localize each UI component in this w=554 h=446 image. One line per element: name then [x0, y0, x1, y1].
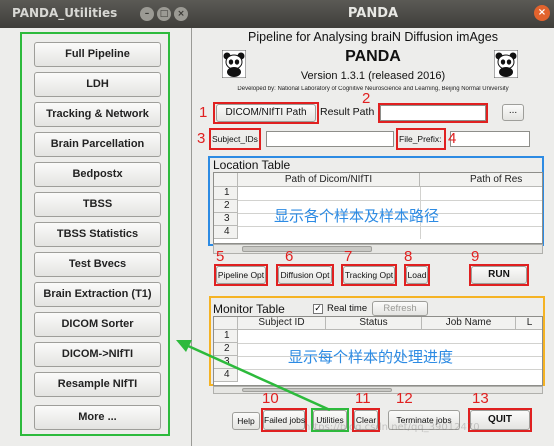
- column-header[interactable]: L: [516, 317, 542, 330]
- column-header[interactable]: Path of Dicom/NIfTI: [238, 173, 420, 187]
- annotation-number: 2: [362, 90, 371, 107]
- dicom-nifti-path-button[interactable]: DICOM/NIfTI Path: [216, 104, 316, 122]
- row-header: 1: [214, 187, 238, 200]
- realtime-checkbox[interactable]: ✓: [313, 304, 323, 314]
- row-header: 4: [214, 369, 238, 382]
- result-path-input[interactable]: [380, 105, 486, 121]
- column-header[interactable]: Job Name: [422, 317, 516, 330]
- utilities-window: PANDA_Utilities – □ × Full Pipeline LDH …: [0, 0, 192, 446]
- monitor-table-title: Monitor Table: [213, 302, 285, 316]
- help-button[interactable]: Help: [232, 412, 260, 430]
- annotation-number: 4: [448, 130, 457, 147]
- full-pipeline-button[interactable]: Full Pipeline: [34, 42, 161, 67]
- realtime-label: Real time: [327, 303, 368, 314]
- close-icon[interactable]: ×: [174, 7, 188, 21]
- row-header: 2: [214, 200, 238, 213]
- panda-titlebar: PANDA ×: [192, 0, 554, 28]
- annotation-number: 1: [199, 104, 208, 121]
- panda-window: PANDA × Pipeline for Analysing braiN Dif…: [192, 0, 554, 446]
- maximize-icon[interactable]: □: [157, 7, 171, 21]
- ldh-button[interactable]: LDH: [34, 72, 161, 97]
- annotation-number: 11: [355, 390, 371, 407]
- failed-jobs-button[interactable]: Failed jobs: [263, 410, 305, 430]
- file-prefix-label: File_Prefix:: [399, 134, 442, 144]
- row-header: 4: [214, 226, 238, 239]
- brain-parcellation-button[interactable]: Brain Parcellation: [34, 132, 161, 157]
- annotation-number: 5: [216, 248, 225, 265]
- tbss-statistics-button[interactable]: TBSS Statistics: [34, 222, 161, 247]
- table-corner: [214, 173, 238, 187]
- column-header[interactable]: Status: [326, 317, 422, 330]
- location-table-title: Location Table: [213, 158, 291, 172]
- result-path-label: Result Path: [320, 106, 375, 118]
- file-prefix-input[interactable]: [450, 131, 530, 147]
- annotation-number: 6: [285, 248, 294, 265]
- close-icon[interactable]: ×: [534, 5, 550, 21]
- column-header[interactable]: Subject ID: [238, 317, 326, 330]
- watermark: https://blog.csdn.net/qq_39012470: [304, 422, 480, 433]
- utilities-titlebar: PANDA_Utilities – □ ×: [0, 0, 192, 28]
- load-button[interactable]: Load: [406, 266, 428, 284]
- annotation-number: 3: [197, 130, 206, 147]
- refresh-button[interactable]: Refresh: [372, 301, 428, 316]
- test-bvecs-button[interactable]: Test Bvecs: [34, 252, 161, 277]
- bedpostx-button[interactable]: Bedpostx: [34, 162, 161, 187]
- location-table-scrollbar[interactable]: [213, 244, 543, 254]
- annotation-number: 12: [396, 390, 413, 407]
- subject-ids-input[interactable]: [266, 131, 394, 147]
- monitor-table-note: 显示每个样本的处理进度: [288, 348, 454, 366]
- row-header: 1: [214, 330, 238, 343]
- annotation-number: 10: [262, 390, 279, 407]
- annotation-number: 7: [344, 248, 353, 265]
- developer-credit: Developed by: National Laboratory of Cog…: [237, 86, 509, 92]
- pipeline-opt-button[interactable]: Pipeline Opt: [216, 266, 266, 284]
- dicom-to-nifti-button[interactable]: DICOM->NIfTI: [34, 342, 161, 367]
- utilities-title: PANDA_Utilities: [12, 6, 118, 20]
- row-header: 3: [214, 213, 238, 226]
- panda-title: PANDA: [347, 6, 399, 21]
- brain-extraction-button[interactable]: Brain Extraction (T1): [34, 282, 161, 307]
- table-corner: [214, 317, 238, 330]
- subject-ids-label: Subject_IDs: [212, 134, 258, 144]
- annotation-number: 8: [404, 248, 413, 265]
- resample-nifti-button[interactable]: Resample NIfTI: [34, 372, 161, 397]
- diffusion-opt-button[interactable]: Diffusion Opt: [278, 266, 332, 284]
- pipeline-title: Pipeline for Analysing braiN Diffusion i…: [248, 30, 498, 44]
- more-button[interactable]: More ...: [34, 405, 161, 430]
- annotation-number: 9: [471, 248, 480, 265]
- version-label: Version 1.3.1 (released 2016): [300, 70, 446, 82]
- browse-button[interactable]: ...: [502, 104, 524, 121]
- location-table-note: 显示各个样本及样本路径: [274, 207, 440, 225]
- tracking-network-button[interactable]: Tracking & Network: [34, 102, 161, 127]
- tracking-opt-button[interactable]: Tracking Opt: [343, 266, 395, 284]
- row-header: 2: [214, 343, 238, 356]
- app-name: PANDA: [345, 48, 401, 65]
- scrollbar-thumb[interactable]: [242, 246, 372, 252]
- run-button[interactable]: RUN: [471, 266, 527, 284]
- dicom-sorter-button[interactable]: DICOM Sorter: [34, 312, 161, 337]
- annotation-number: 13: [472, 390, 489, 407]
- minimize-icon[interactable]: –: [140, 7, 154, 21]
- column-header[interactable]: Path of Res: [420, 173, 542, 187]
- row-header: 3: [214, 356, 238, 369]
- tbss-button[interactable]: TBSS: [34, 192, 161, 217]
